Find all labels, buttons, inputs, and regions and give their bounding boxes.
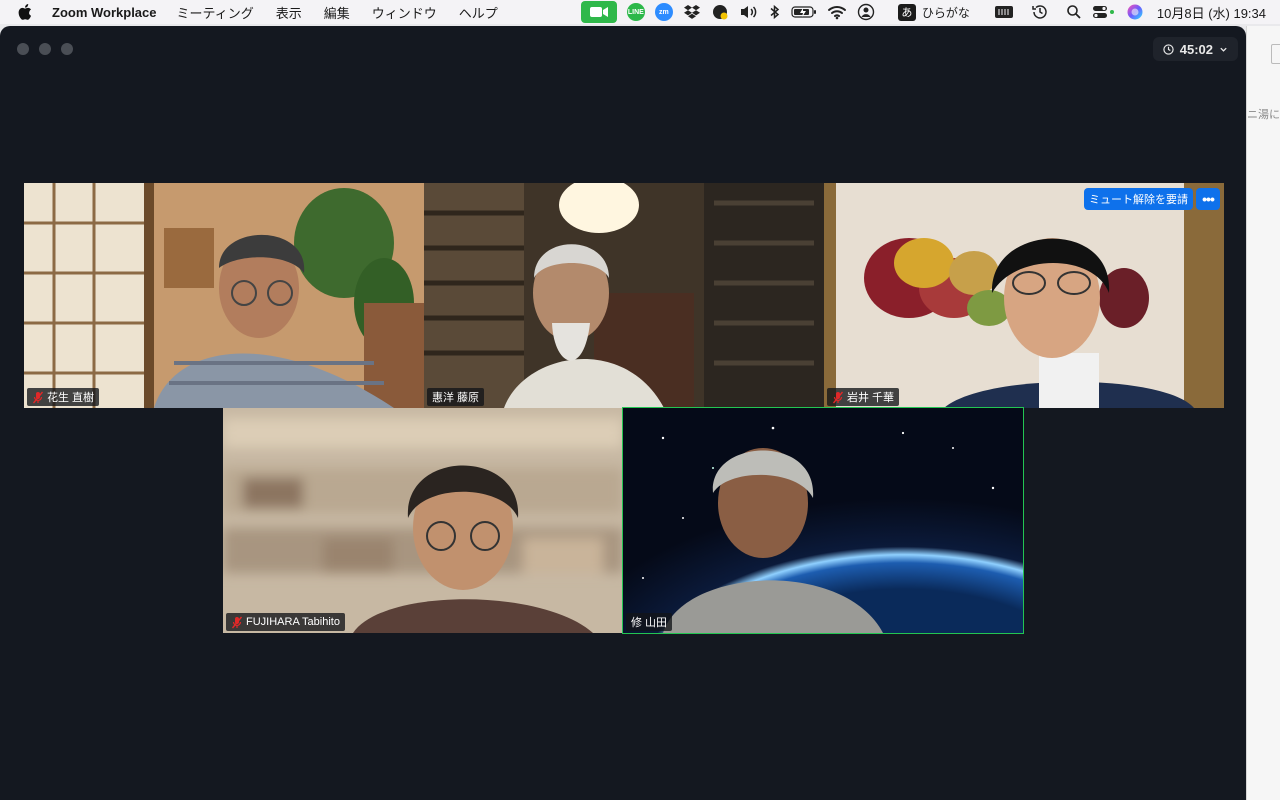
background-window[interactable]: ニ湯に新: [1246, 26, 1280, 800]
menubar-clock[interactable]: 10月8日 (水) 19:34: [1157, 3, 1266, 22]
menu-help[interactable]: ヘルプ: [459, 3, 498, 22]
siri-icon[interactable]: [1126, 0, 1144, 24]
participant-name: 修 山田: [631, 617, 668, 629]
menu-edit[interactable]: 編集: [324, 3, 350, 22]
menu-view[interactable]: 表示: [276, 3, 302, 22]
timer-value: 45:02: [1179, 41, 1213, 57]
participant-name-tag: 惠洋 藤原: [427, 388, 485, 406]
clock-icon: [1163, 43, 1174, 55]
vpn-icon[interactable]: [711, 0, 729, 24]
minimize-window-button[interactable]: [39, 43, 51, 55]
participant-name-tag: 修 山田: [626, 613, 673, 631]
active-speaker-video-tile[interactable]: 修 山田: [622, 407, 1024, 634]
ask-to-unmute-button[interactable]: ミュート解除を要請: [1084, 188, 1193, 210]
more-options-button[interactable]: •••: [1196, 188, 1220, 210]
input-source-menu[interactable]: あ ひらがな: [897, 0, 984, 24]
window-controls: [17, 43, 73, 55]
participant-video: [623, 408, 1023, 633]
participant-name-tag: 花生 直樹: [27, 388, 100, 406]
participant-video-tile[interactable]: 岩井 千華 ミュート解除を要請 •••: [824, 183, 1224, 408]
menu-window[interactable]: ウィンドウ: [372, 3, 437, 22]
zoom-label: zm: [654, 3, 673, 21]
ime-label: ひらがな: [921, 5, 970, 20]
participant-name: FUJIHARA Tabihito: [246, 616, 340, 628]
line-label: LINE: [626, 3, 645, 21]
user-icon[interactable]: [857, 0, 875, 24]
mic-muted-icon: [832, 391, 844, 403]
background-window-text: ニ湯に新: [1247, 109, 1280, 121]
participant-video: [824, 183, 1224, 408]
zoom-chat-icon[interactable]: zm: [654, 0, 673, 24]
participant-video: [424, 183, 824, 408]
participant-name-tag: FUJIHARA Tabihito: [226, 613, 345, 631]
zoom-window-button[interactable]: [61, 43, 73, 55]
participant-video-tile[interactable]: FUJIHARA Tabihito: [223, 408, 623, 633]
participant-name: 岩井 千華: [847, 392, 895, 404]
app-name-menu[interactable]: Zoom Workplace: [52, 5, 157, 20]
close-window-button[interactable]: [17, 43, 29, 55]
ime-icon: あ: [897, 3, 916, 21]
mic-muted-icon: [231, 616, 243, 628]
volume-icon[interactable]: [739, 0, 759, 24]
apple-icon[interactable]: [18, 4, 34, 20]
participant-name-tag: 岩井 千華: [827, 388, 900, 406]
line-icon[interactable]: LINE: [626, 0, 645, 24]
meeting-timer[interactable]: 45:02: [1152, 37, 1238, 61]
zoom-video-icon[interactable]: [580, 1, 617, 23]
participant-video-tile[interactable]: 惠洋 藤原: [424, 183, 824, 408]
menu-meeting[interactable]: ミーティング: [177, 3, 254, 22]
keyboard-icon[interactable]: [994, 0, 1014, 24]
chevron-down-icon: [1220, 47, 1227, 52]
wifi-icon[interactable]: [827, 0, 847, 24]
participant-video: [223, 408, 623, 633]
search-icon[interactable]: [1066, 0, 1082, 24]
participant-name: 花生 直樹: [47, 392, 95, 404]
mic-muted-icon: [32, 391, 44, 403]
participant-video: [24, 183, 424, 408]
participant-video-tile[interactable]: 花生 直樹: [24, 183, 424, 408]
participant-name: 惠洋 藤原: [432, 392, 480, 404]
control-center-icon[interactable]: [1092, 0, 1116, 24]
sidebar-toggle-icon: [1271, 44, 1280, 64]
time-machine-icon[interactable]: [1031, 0, 1049, 24]
battery-icon[interactable]: [791, 0, 817, 24]
zoom-meeting-window: 45:02 花生 直樹 惠洋 藤原 岩井 千華 ミュート解除を要請 ••• FU…: [0, 26, 1246, 800]
menu-bar: Zoom Workplace ミーティング 表示 編集 ウィンドウ ヘルプ LI…: [0, 0, 1280, 24]
dropbox-icon[interactable]: [683, 0, 701, 24]
bluetooth-icon[interactable]: [769, 0, 781, 24]
